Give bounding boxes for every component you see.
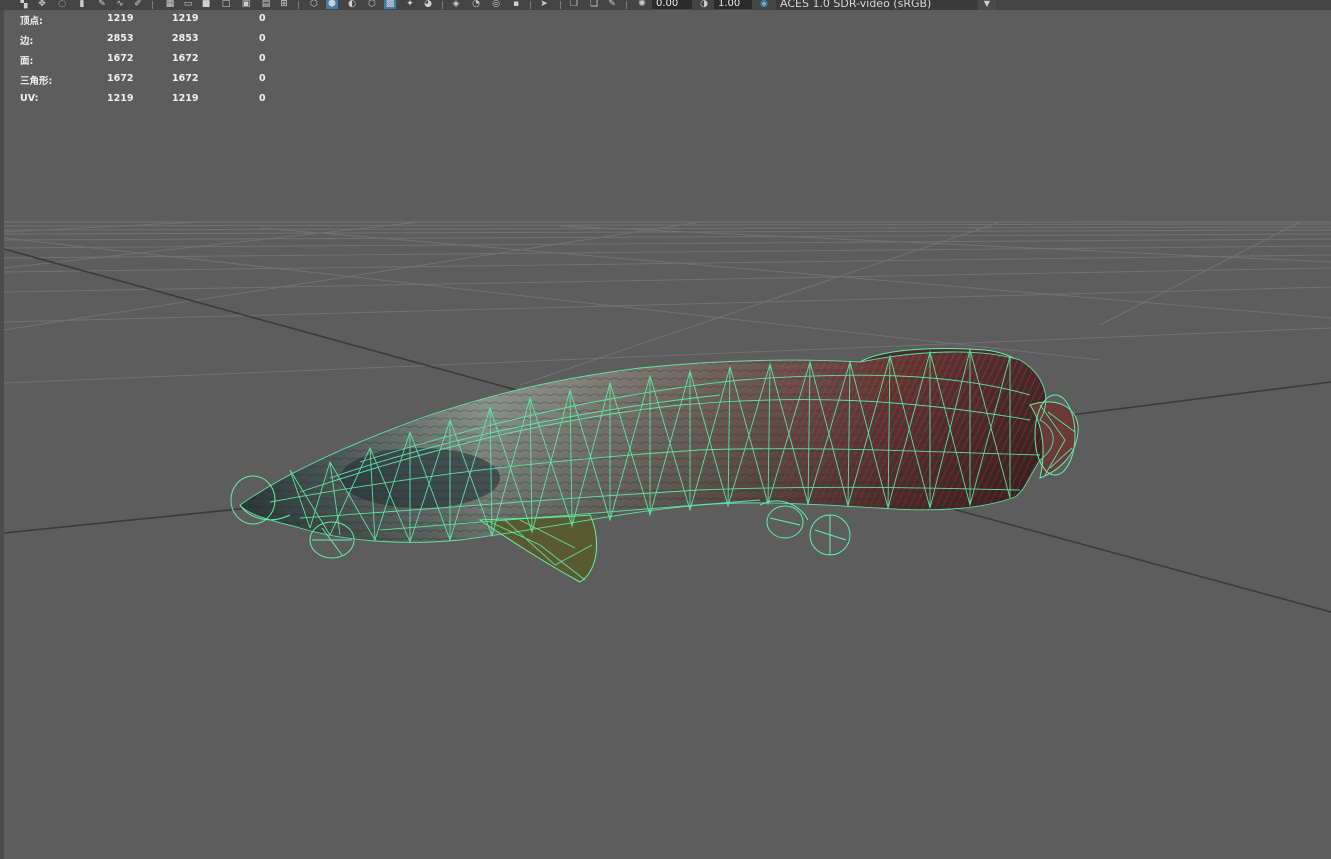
poly-count-hud: 顶点: 1219 1219 0 边: 2853 2853 0 面: 1672 1… xyxy=(20,10,280,110)
chevron-down-icon[interactable]: ▼ xyxy=(978,0,996,10)
paste-icon[interactable]: ❏ xyxy=(588,0,600,9)
textured-icon[interactable]: ◐ xyxy=(346,0,358,9)
view-transform-dropdown[interactable]: ACES 1.0 SDR-video (sRGB) ▼ xyxy=(776,0,996,10)
gamma-icon[interactable]: ◑ xyxy=(698,0,710,9)
hud-value: 0 xyxy=(259,13,266,24)
viewport-3d[interactable] xyxy=(0,0,1331,859)
hud-value: 1672 xyxy=(172,53,199,64)
pencil-icon[interactable]: ✐ xyxy=(132,0,144,9)
select-icon[interactable]: ▚ xyxy=(18,0,30,9)
viewport-left-border xyxy=(0,10,4,859)
lasso-icon[interactable]: ◌ xyxy=(56,0,68,9)
hud-value: 1672 xyxy=(107,53,134,64)
color-management-icon[interactable]: ◉ xyxy=(758,0,770,9)
paint-icon[interactable]: ✎ xyxy=(96,0,108,9)
motion-blur-icon[interactable]: ◎ xyxy=(490,0,502,9)
hud-value: 1219 xyxy=(107,13,134,24)
edit-icon[interactable]: ✎ xyxy=(606,0,618,9)
resolution-gate-icon[interactable]: □ xyxy=(220,0,232,9)
hud-value: 1672 xyxy=(172,73,199,84)
hud-value: 1672 xyxy=(107,73,134,84)
view-transform-label: ACES 1.0 SDR-video (sRGB) xyxy=(780,0,932,10)
hud-value: 0 xyxy=(259,33,266,44)
hud-value: 0 xyxy=(259,53,266,64)
hud-value: 1219 xyxy=(107,93,134,104)
hud-row-uvs: UV: 1219 1219 0 xyxy=(20,90,280,110)
hud-label: 顶点: xyxy=(20,16,43,27)
xray-icon[interactable]: ▩ xyxy=(384,0,396,9)
antialias-icon[interactable]: ▪ xyxy=(510,0,522,9)
viewport-toolbar: ▚ ✥ ◌ ▮ ✎ ∿ ✐ ▦ ▭ ■ □ ▣ ▤ ⊞ ⬡ ⬢ ◐ ⬡ ▩ ✦ … xyxy=(0,0,1331,10)
smooth-shade-icon[interactable]: ⬢ xyxy=(326,0,338,9)
hud-value: 1219 xyxy=(172,13,199,24)
hud-value: 0 xyxy=(259,73,266,84)
hud-value: 0 xyxy=(259,93,266,104)
hud-value: 2853 xyxy=(107,33,134,44)
hud-label: 面: xyxy=(20,56,34,67)
wireframe-icon[interactable]: ⬡ xyxy=(308,0,320,9)
hud-row-faces: 面: 1672 1672 0 xyxy=(20,50,280,70)
safe-action-icon[interactable]: ▣ xyxy=(240,0,252,9)
exposure-field[interactable]: 0.00 xyxy=(652,0,692,9)
gamma-field[interactable]: 1.00 xyxy=(714,0,752,9)
shadows-icon[interactable]: ◕ xyxy=(422,0,434,9)
hud-row-vertices: 顶点: 1219 1219 0 xyxy=(20,10,280,30)
isolate-icon[interactable]: ➤ xyxy=(538,0,550,9)
snap-icon[interactable]: ∿ xyxy=(114,0,126,9)
grid-icon[interactable]: ▦ xyxy=(164,0,176,9)
arapaima-model[interactable] xyxy=(230,340,1079,583)
exposure-icon[interactable]: ✺ xyxy=(636,0,648,9)
hud-label: 边: xyxy=(20,36,34,47)
lights-icon[interactable]: ✦ xyxy=(404,0,416,9)
hud-label: UV: xyxy=(20,93,39,104)
bookmark-icon[interactable]: ▮ xyxy=(76,0,88,9)
layers-icon[interactable]: ◈ xyxy=(450,0,462,9)
copy-icon[interactable]: ❐ xyxy=(568,0,580,9)
ambient-occlusion-icon[interactable]: ◔ xyxy=(470,0,482,9)
pan-zoom-icon[interactable]: ⊞ xyxy=(278,0,290,9)
film-gate-icon[interactable]: ▭ xyxy=(182,0,194,9)
hud-row-triangles: 三角形: 1672 1672 0 xyxy=(20,70,280,90)
wireframe-on-shaded-icon[interactable]: ⬡ xyxy=(366,0,378,9)
hud-value: 2853 xyxy=(172,33,199,44)
camera-icon[interactable]: ■ xyxy=(200,0,212,9)
move-icon[interactable]: ✥ xyxy=(36,0,48,9)
hud-label: 三角形: xyxy=(20,76,53,87)
hud-row-edges: 边: 2853 2853 0 xyxy=(20,30,280,50)
field-chart-icon[interactable]: ▤ xyxy=(260,0,272,9)
hud-value: 1219 xyxy=(172,93,199,104)
